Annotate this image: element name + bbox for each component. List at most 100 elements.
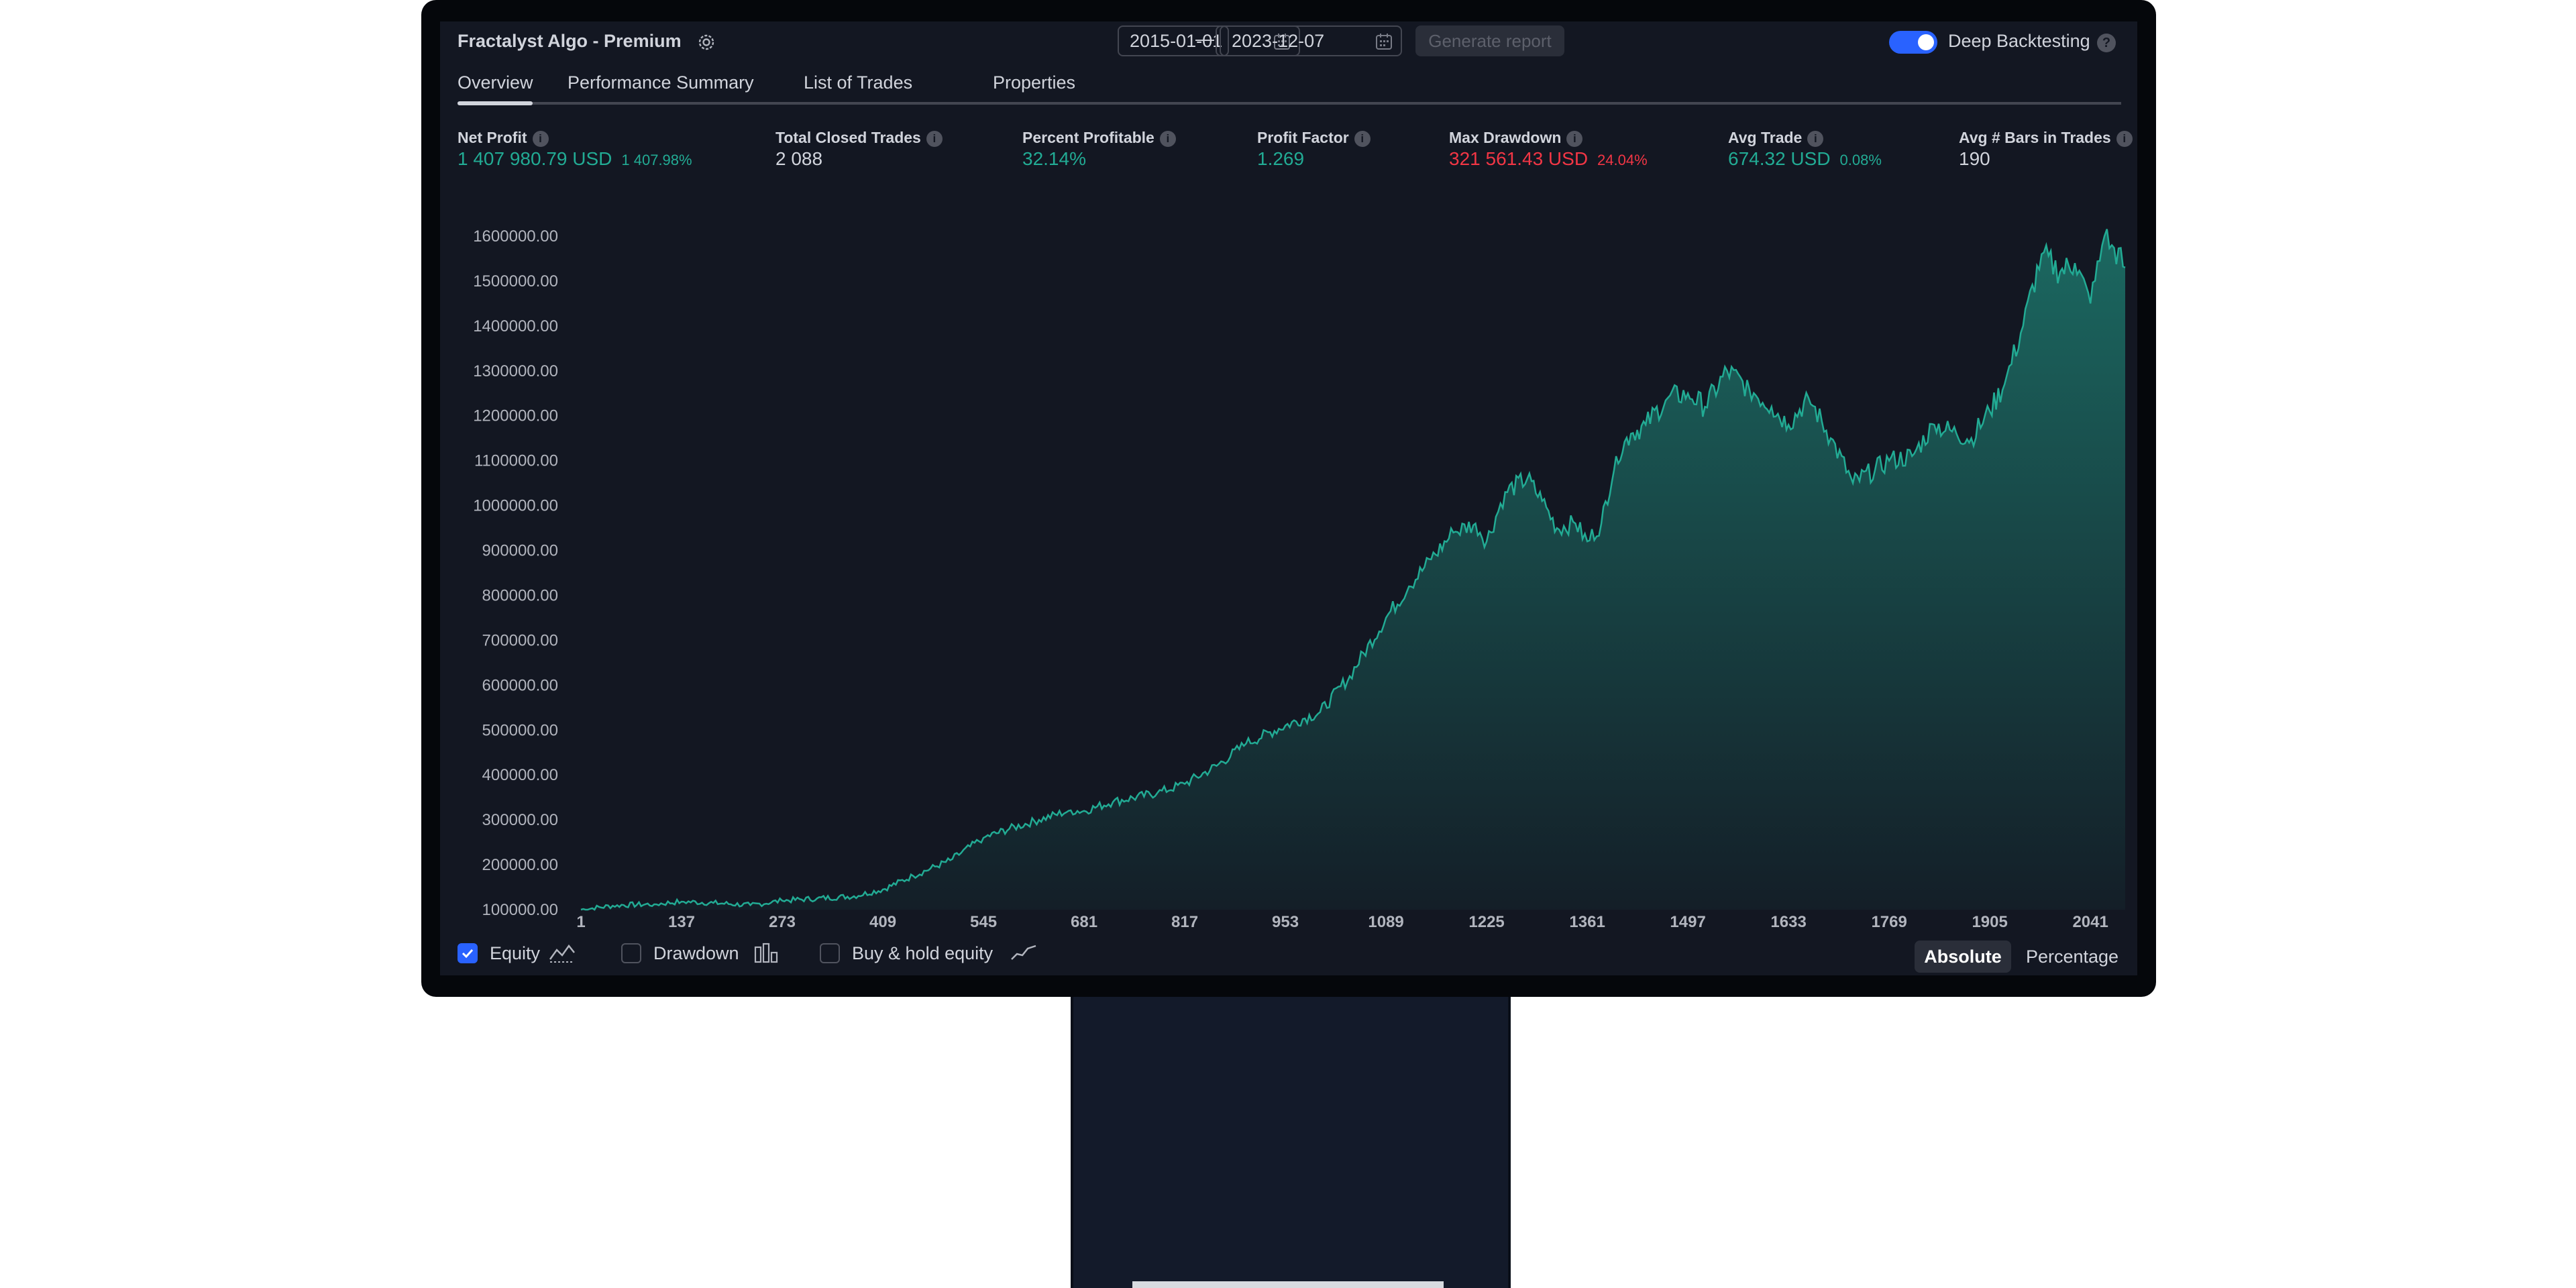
monitor-stand-base (1132, 1281, 1444, 1288)
metric-label: Profit Factor (1257, 129, 1349, 146)
deep-backtesting-toggle[interactable] (1889, 31, 1937, 54)
x-tick-label: 1225 (1468, 913, 1504, 927)
buy-hold-label: Buy & hold equity (852, 943, 994, 963)
y-tick-label: 300000.00 (482, 811, 558, 829)
metric-value: 674.32 USD (1728, 148, 1831, 169)
x-tick-label: 137 (668, 913, 695, 927)
x-tick-label: 1361 (1569, 913, 1605, 927)
y-tick-label: 200000.00 (482, 856, 558, 874)
active-tab-indicator (458, 101, 533, 105)
end-date-value: 2023-12-07 (1232, 31, 1325, 51)
buy-hold-toggle[interactable]: Buy & hold equity (820, 942, 1048, 965)
tab-bar: Overview Performance Summary List of Tra… (440, 72, 2137, 106)
metric-percent: 0.08% (1839, 152, 1882, 168)
info-icon[interactable]: i (1807, 130, 1824, 147)
strategy-title: Fractalyst Algo - Premium (458, 31, 682, 51)
metric-value: 32.14% (1022, 148, 1086, 169)
toggle-knob (1918, 34, 1934, 50)
equity-toggle[interactable]: Equity (458, 942, 592, 965)
metric-value: 1.269 (1257, 148, 1305, 169)
metric-value: 1 407 980.79 USD (458, 148, 612, 169)
metric-avg-bars-in-trades: Avg # Bars in Trades i 190 (1959, 129, 2133, 170)
buy-hold-checkbox[interactable] (820, 943, 840, 963)
x-tick-label: 1089 (1368, 913, 1403, 927)
info-icon[interactable]: i (2116, 130, 2133, 147)
x-tick-label: 1905 (1972, 913, 2007, 927)
monitor-stand (1071, 997, 1511, 1288)
y-tick-label: 1600000.00 (473, 227, 558, 246)
metric-value: 2 088 (775, 148, 823, 169)
tab-list-of-trades[interactable]: List of Trades (804, 72, 912, 93)
x-tick-label: 953 (1272, 913, 1299, 927)
drawdown-bars-icon (754, 943, 778, 963)
date-range-separator: — (1195, 28, 1214, 49)
metric-label: Avg # Bars in Trades (1959, 129, 2111, 146)
info-icon[interactable]: i (1354, 130, 1371, 147)
x-tick-label: 1 (576, 913, 585, 927)
tab-overview[interactable]: Overview (458, 72, 533, 93)
equity-line-icon (549, 944, 575, 963)
x-tick-label: 545 (970, 913, 997, 927)
check-icon (462, 949, 474, 959)
x-tick-label: 1633 (1770, 913, 1806, 927)
x-tick-label: 681 (1071, 913, 1097, 927)
gear-icon[interactable] (696, 32, 716, 52)
metric-total-closed-trades: Total Closed Trades i 2 088 (775, 129, 943, 170)
metric-avg-trade: Avg Trade i 674.32 USD 0.08% (1728, 129, 1882, 170)
y-tick-label: 800000.00 (482, 586, 558, 604)
info-icon[interactable]: i (926, 130, 943, 147)
metric-value: 321 561.43 USD (1449, 148, 1589, 169)
y-tick-label: 1500000.00 (473, 272, 558, 290)
metric-label: Total Closed Trades (775, 129, 921, 146)
y-tick-label: 100000.00 (482, 901, 558, 919)
y-tick-label: 500000.00 (482, 721, 558, 739)
metric-label: Percent Profitable (1022, 129, 1155, 146)
drawdown-toggle[interactable]: Drawdown (621, 942, 782, 965)
metric-percent-profitable: Percent Profitable i 32.14% (1022, 129, 1176, 170)
x-tick-label: 2041 (2072, 913, 2108, 927)
equity-label: Equity (490, 943, 541, 963)
y-tick-label: 400000.00 (482, 766, 558, 784)
help-icon[interactable]: ? (2097, 34, 2116, 52)
tab-performance-summary[interactable]: Performance Summary (568, 72, 754, 93)
drawdown-checkbox[interactable] (621, 943, 641, 963)
y-tick-label: 600000.00 (482, 676, 558, 694)
y-tick-label: 1100000.00 (474, 452, 558, 470)
equity-area (581, 229, 2125, 910)
generate-report-button[interactable]: Generate report (1415, 25, 1564, 56)
metric-value: 190 (1959, 148, 1990, 169)
x-tick-label: 1497 (1670, 913, 1705, 927)
y-tick-label: 1400000.00 (473, 317, 558, 335)
x-tick-label: 1769 (1871, 913, 1907, 927)
metric-label: Avg Trade (1728, 129, 1803, 146)
metric-percent: 24.04% (1597, 152, 1648, 168)
x-tick-label: 817 (1171, 913, 1198, 927)
info-icon[interactable]: i (532, 130, 549, 147)
equity-chart[interactable]: 1600000.001500000.001400000.001300000.00… (440, 189, 2137, 927)
percentage-view-button[interactable]: Percentage (2021, 941, 2124, 973)
metric-label: Max Drawdown (1449, 129, 1562, 146)
x-tick-label: 273 (769, 913, 796, 927)
metric-net-profit: Net Profit i 1 407 980.79 USD 1 407.98% (458, 129, 692, 170)
deep-backtesting-label: Deep Backtesting (1948, 31, 2090, 51)
buyhold-line-icon (1011, 945, 1036, 960)
strategy-tester-panel: Fractalyst Algo - Premium 2015-01-01 — 2… (440, 21, 2137, 975)
metric-max-drawdown: Max Drawdown i 321 561.43 USD 24.04% (1449, 129, 1648, 170)
info-icon[interactable]: i (1566, 130, 1583, 147)
metric-label: Net Profit (458, 129, 527, 146)
metric-profit-factor: Profit Factor i 1.269 (1257, 129, 1371, 170)
tab-divider (458, 102, 2121, 105)
info-icon[interactable]: i (1159, 130, 1176, 147)
drawdown-label: Drawdown (653, 943, 739, 963)
calendar-icon[interactable] (1375, 33, 1393, 50)
absolute-view-button[interactable]: Absolute (1915, 941, 2011, 973)
metric-percent: 1 407.98% (621, 152, 692, 168)
y-tick-label: 1000000.00 (473, 497, 558, 515)
equity-checkbox[interactable] (458, 943, 478, 963)
y-tick-label: 700000.00 (482, 631, 558, 649)
end-date-input[interactable]: 2023-12-07 (1220, 25, 1402, 56)
y-tick-label: 1300000.00 (473, 362, 558, 380)
x-tick-label: 409 (869, 913, 896, 927)
tab-properties[interactable]: Properties (993, 72, 1075, 93)
y-tick-label: 900000.00 (482, 542, 558, 560)
